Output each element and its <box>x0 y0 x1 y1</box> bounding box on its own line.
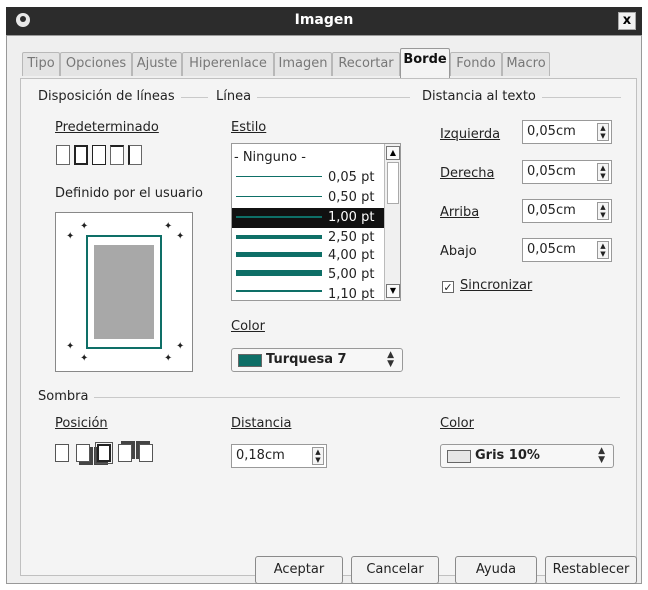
line-title: Línea <box>216 89 258 104</box>
spin-buttons-icon[interactable]: ▲ ▼ <box>597 163 609 181</box>
close-button[interactable]: x <box>618 12 636 30</box>
spin-buttons-icon[interactable]: ▲ ▼ <box>597 241 609 259</box>
spacing-title: Distancia al texto <box>422 89 542 104</box>
list-item[interactable]: 2,50 pt <box>232 228 386 248</box>
preset-no-border[interactable] <box>56 145 70 165</box>
tab-opciones[interactable]: Opciones <box>60 52 132 76</box>
corner-marker-icon: ✦ <box>164 353 173 364</box>
spin-buttons-icon[interactable]: ▲ ▼ <box>597 202 609 220</box>
left-spacing-field[interactable]: 0,05cm ▲ ▼ <box>522 120 612 144</box>
list-item[interactable]: - Ninguno - <box>232 148 386 168</box>
window-title: Imagen <box>294 12 354 28</box>
list-item[interactable]: 1,10 pt <box>232 285 386 300</box>
shadow-title: Sombra <box>38 389 95 404</box>
style-label: Estilo <box>231 120 267 135</box>
check-icon: ✓ <box>443 281 453 294</box>
scroll-thumb[interactable] <box>387 162 399 204</box>
tab-tipo[interactable]: Tipo <box>22 52 60 76</box>
right-label: Derecha <box>440 166 495 181</box>
tab-macro[interactable]: Macro <box>502 52 550 76</box>
cancel-button[interactable]: Cancelar <box>351 556 439 584</box>
list-item[interactable]: 0,05 pt <box>232 168 386 188</box>
shadow-bottom-right-option[interactable] <box>76 444 90 462</box>
preset-top-border[interactable] <box>110 145 124 165</box>
spin-buttons-icon[interactable]: ▲ ▼ <box>312 447 324 465</box>
top-spacing-field[interactable]: 0,05cm ▲ ▼ <box>522 199 612 223</box>
sync-label: Sincronizar <box>460 278 533 293</box>
corner-marker-icon: ✦ <box>80 221 89 232</box>
corner-marker-icon: ✦ <box>176 341 185 352</box>
shadow-none-option[interactable] <box>55 444 69 462</box>
list-item[interactable]: 0,50 pt <box>232 188 386 208</box>
shadow-bottom-left-option[interactable] <box>95 442 113 464</box>
line-color-label: Color <box>231 319 265 334</box>
up-arrow-icon[interactable]: ▲ <box>386 146 400 160</box>
shadow-color-select[interactable]: Gris 10% ▲ ▼ <box>440 444 614 468</box>
tab-ajuste[interactable]: Ajuste <box>132 52 182 76</box>
line-color-select[interactable]: Turquesa 7 ▲ ▼ <box>231 348 403 372</box>
spin-buttons-icon[interactable]: ▲ ▼ <box>597 123 609 141</box>
border-preview[interactable]: ✦ ✦ ✦ ✦ ✦ ✦ ✦ ✦ <box>55 212 193 372</box>
list-item[interactable]: 4,00 pt <box>232 246 386 266</box>
down-arrow-icon[interactable]: ▼ <box>386 284 400 298</box>
tab-recortar[interactable]: Recortar <box>332 52 400 76</box>
corner-marker-icon: ✦ <box>66 231 75 242</box>
corner-marker-icon: ✦ <box>176 231 185 242</box>
up-down-arrow-icon: ▲ ▼ <box>387 350 394 369</box>
up-down-arrow-icon: ▲ ▼ <box>598 446 605 465</box>
preset-outer-border[interactable] <box>92 145 106 165</box>
color-swatch <box>447 450 471 463</box>
shadow-color-label: Color <box>440 416 474 431</box>
reset-button[interactable]: Restablecer <box>545 556 637 584</box>
ok-button[interactable]: Aceptar <box>255 556 343 584</box>
line-arrangement-title: Disposición de líneas <box>38 89 181 104</box>
group-separator <box>40 397 620 398</box>
title-bar: Imagen x <box>6 7 642 35</box>
bottom-label: Abajo <box>440 244 477 259</box>
corner-marker-icon: ✦ <box>164 221 173 232</box>
list-scrollbar[interactable]: ▲ ▼ <box>384 144 400 300</box>
shadow-top-left-option[interactable] <box>139 444 153 462</box>
corner-marker-icon: ✦ <box>80 353 89 364</box>
preview-content <box>94 245 154 339</box>
shadow-distance-field[interactable]: 0,18cm ▲ ▼ <box>231 444 327 468</box>
top-label: Arriba <box>440 205 480 220</box>
sync-checkbox[interactable]: ✓ <box>442 281 454 293</box>
color-swatch <box>238 354 262 367</box>
corner-marker-icon: ✦ <box>66 341 75 352</box>
shadow-position-label: Posición <box>55 416 108 431</box>
right-spacing-field[interactable]: 0,05cm ▲ ▼ <box>522 160 612 184</box>
tab-imagen[interactable]: Imagen <box>274 52 332 76</box>
tab-fondo[interactable]: Fondo <box>450 52 502 76</box>
default-label: Predeterminado <box>55 120 159 135</box>
list-item-selected[interactable]: 1,00 pt <box>232 208 386 228</box>
bottom-spacing-field[interactable]: 0,05cm ▲ ▼ <box>522 238 612 262</box>
tab-hiperenlace[interactable]: Hiperenlace <box>182 52 274 76</box>
preset-left-border[interactable] <box>128 145 142 165</box>
preset-all-borders[interactable] <box>74 145 88 165</box>
shadow-distance-label: Distancia <box>231 416 292 431</box>
tab-borde[interactable]: Borde <box>400 48 450 78</box>
left-label: Izquierda <box>440 127 501 142</box>
line-style-list[interactable]: - Ninguno - 0,05 pt 0,50 pt 1,00 pt 2,50… <box>231 143 401 301</box>
help-button[interactable]: Ayuda <box>455 556 537 584</box>
shadow-top-right-option[interactable] <box>118 444 132 462</box>
list-item[interactable]: 5,00 pt <box>232 265 386 285</box>
user-defined-label: Definido por el usuario <box>55 186 203 201</box>
